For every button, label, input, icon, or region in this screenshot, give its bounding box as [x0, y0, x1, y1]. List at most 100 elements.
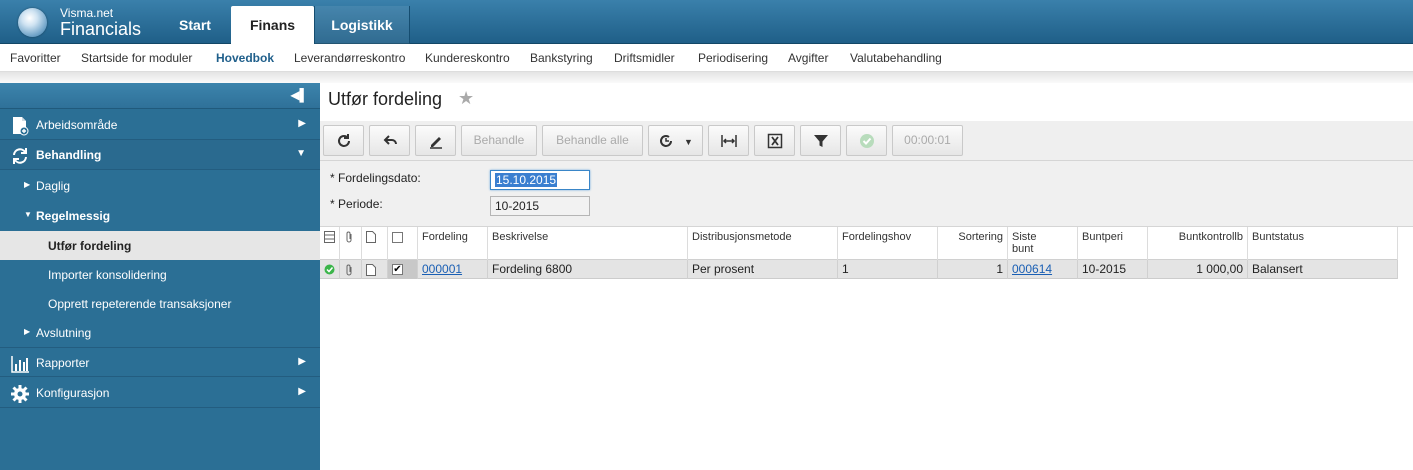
undo-button[interactable]: [369, 125, 410, 156]
fordeling-link[interactable]: 000001: [422, 262, 462, 276]
note-icon[interactable]: [362, 260, 388, 279]
schedule-icon: [658, 132, 678, 148]
caret-down-icon: ▼: [683, 137, 693, 147]
sidebar-section-label: Konfigurasjon: [36, 386, 110, 400]
tab-start[interactable]: Start: [160, 6, 230, 44]
filter-form: * Fordelingsdato: 15.10.2015 * Periode: …: [320, 161, 1413, 227]
sidebar-section-arbeidsomrade[interactable]: Arbeidsområde ▶: [0, 110, 320, 140]
table-row[interactable]: ✔ 000001 Fordeling 6800 Per prosent 1 1 …: [320, 260, 1398, 279]
required-mark: *: [330, 171, 335, 185]
nav-startside[interactable]: Startside for moduler: [81, 51, 192, 65]
brand-line2: Financials: [60, 19, 142, 39]
approve-button[interactable]: [846, 125, 887, 156]
nav-bankstyring[interactable]: Bankstyring: [530, 51, 593, 65]
page-title: Utfør fordeling: [328, 89, 443, 109]
attachment-icon: [340, 227, 362, 260]
nav-valutabehandling[interactable]: Valutabehandling: [850, 51, 942, 65]
cell-buntperiode: 10-2015: [1078, 260, 1148, 279]
nav-hovedbok[interactable]: Hovedbok: [216, 51, 274, 65]
period-label: * Periode:: [330, 197, 383, 211]
sidebar-group-daglig[interactable]: ▶ Daglig: [0, 171, 320, 200]
sidebar-collapse-bar[interactable]: ◀▌: [0, 83, 320, 109]
refresh-icon: [10, 146, 30, 164]
refresh-button[interactable]: [323, 125, 364, 156]
sidebar-section-konfigurasjon[interactable]: Konfigurasjon ▶: [0, 378, 320, 408]
brand-line1: Visma.net: [60, 6, 114, 20]
edit-button[interactable]: [415, 125, 456, 156]
favorite-star-icon[interactable]: ★: [458, 88, 474, 109]
process-all-button[interactable]: Behandle alle: [542, 125, 643, 156]
col-siste-bunt-l1: Siste: [1012, 231, 1037, 243]
tab-finans[interactable]: Finans: [231, 6, 314, 44]
date-label: * Fordelingsdato:: [330, 171, 421, 185]
nav-kundereskontro[interactable]: Kundereskontro: [425, 51, 510, 65]
gear-icon: [10, 384, 30, 403]
chevron-right-icon: ▶: [298, 118, 306, 129]
nav-driftsmidler[interactable]: Driftsmidler: [614, 51, 675, 65]
pencil-icon: [428, 132, 444, 150]
cell-beskrivelse: Fordeling 6800: [488, 260, 688, 279]
col-fordelingshov[interactable]: Fordelingshov: [838, 227, 938, 260]
col-sortering[interactable]: Sortering: [938, 227, 1008, 260]
col-buntperiode[interactable]: Buntperi: [1078, 227, 1148, 260]
col-beskrivelse[interactable]: Beskrivelse: [488, 227, 688, 260]
sidebar-group-regelmessig[interactable]: ▼ Regelmessig: [0, 201, 320, 230]
sidebar-group-label: Avslutning: [36, 326, 92, 340]
sidebar: ◀▌ Arbeidsområde ▶ Behandling ▼ ▶ Daglig…: [0, 83, 320, 470]
top-bar: Visma.net Financials Start Finans Logist…: [0, 0, 1413, 44]
sidebar-section-rapporter[interactable]: Rapporter ▶: [0, 347, 320, 377]
sidebar-section-behandling[interactable]: Behandling ▼: [0, 140, 320, 170]
filter-icon: [813, 132, 829, 148]
col-distribusjonsmetode[interactable]: Distribusjonsmetode: [688, 227, 838, 260]
sidebar-section-label: Rapporter: [36, 356, 90, 370]
process-button[interactable]: Behandle: [461, 125, 537, 156]
sidebar-item-label: Utfør fordeling: [48, 239, 132, 253]
col-siste-bunt[interactable]: Siste bunt: [1008, 227, 1078, 260]
select-all-checkbox[interactable]: [388, 227, 418, 260]
check-circle-icon: [859, 132, 875, 149]
cell-buntkontroll: 1 000,00: [1148, 260, 1248, 279]
chevron-down-icon: ▼: [24, 210, 32, 219]
date-field[interactable]: 15.10.2015: [490, 170, 590, 190]
col-buntstatus[interactable]: Buntstatus: [1248, 227, 1398, 260]
col-fordeling[interactable]: Fordeling: [418, 227, 488, 260]
nav-leverandorreskontro[interactable]: Leverandørreskontro: [294, 51, 405, 65]
bar-chart-icon: [10, 354, 30, 373]
sidebar-item-opprett-repeterende[interactable]: Opprett repeterende transaksjoner: [0, 289, 320, 318]
column-settings-icon[interactable]: [320, 227, 340, 260]
main-content: Utfør fordeling ★ Behandle Behandle alle…: [320, 83, 1413, 470]
sidebar-item-label: Importer konsolidering: [48, 268, 167, 282]
nav-favoritter[interactable]: Favoritter: [10, 51, 61, 65]
row-checkbox[interactable]: ✔: [388, 260, 418, 279]
note-icon: [362, 227, 388, 260]
nav-shadow: [0, 72, 1413, 83]
required-mark: *: [330, 197, 335, 211]
sidebar-section-label: Behandling: [36, 148, 102, 162]
sidebar-item-importer-konsolidering[interactable]: Importer konsolidering: [0, 260, 320, 289]
nav-periodisering[interactable]: Periodisering: [698, 51, 768, 65]
schedule-menu-button[interactable]: ▼: [648, 125, 703, 156]
cell-siste-bunt: 000614: [1008, 260, 1078, 279]
sidebar-item-utfor-fordeling[interactable]: Utfør fordeling: [0, 231, 320, 260]
filter-button[interactable]: [800, 125, 841, 156]
tab-logistikk[interactable]: Logistikk: [314, 6, 410, 44]
nav-avgifter[interactable]: Avgifter: [788, 51, 828, 65]
cell-buntstatus: Balansert: [1248, 260, 1398, 279]
excel-icon: [767, 132, 783, 149]
col-buntkontroll[interactable]: Buntkontrollb: [1148, 227, 1248, 260]
fit-columns-button[interactable]: [708, 125, 749, 156]
grid-header: Fordeling Beskrivelse Distribusjonsmetod…: [320, 227, 1398, 260]
undo-icon: [382, 132, 398, 148]
timer-display: 00:00:01: [892, 125, 963, 156]
row-status-ok-icon: [320, 260, 340, 279]
collapse-left-icon[interactable]: ◀▌: [290, 88, 308, 102]
checkmark-icon: ✔: [392, 264, 403, 276]
sidebar-section-label: Arbeidsområde: [36, 118, 118, 132]
period-field[interactable]: 10-2015: [490, 196, 590, 216]
chevron-right-icon: ▶: [298, 356, 306, 367]
siste-bunt-link[interactable]: 000614: [1012, 262, 1052, 276]
attachment-icon[interactable]: [340, 260, 362, 279]
sidebar-group-avslutning[interactable]: ▶ Avslutning: [0, 318, 320, 347]
chevron-right-icon: ▶: [24, 180, 31, 189]
export-excel-button[interactable]: [754, 125, 795, 156]
